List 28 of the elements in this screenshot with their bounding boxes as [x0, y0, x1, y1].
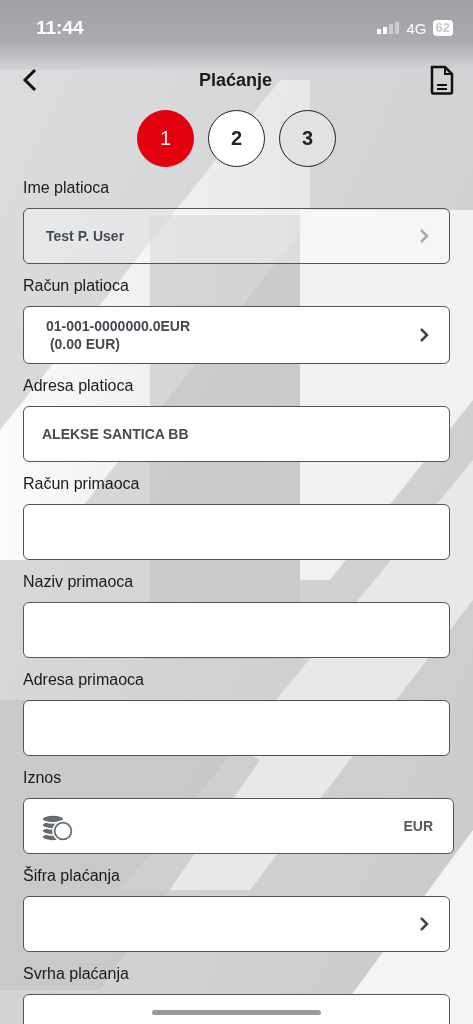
select-field[interactable]: 01-001-0000000.0EUR (0.00 EUR)	[23, 306, 450, 364]
field-value: ALEKSE SANTICA BB	[42, 425, 190, 444]
currency-label: EUR	[403, 818, 433, 834]
input-field[interactable]	[23, 504, 450, 560]
chevron-right-icon	[419, 916, 429, 932]
field-value: Test P. User	[46, 227, 126, 246]
input-field[interactable]: EUR	[23, 798, 454, 854]
field-label: Ime platioca	[23, 178, 111, 198]
field-label: Šifra plaćanja	[23, 866, 121, 886]
field-label: Račun primaoca	[23, 474, 141, 494]
input-field[interactable]	[23, 602, 450, 658]
field-label: Adresa platioca	[23, 376, 135, 396]
input-field[interactable]	[23, 700, 450, 756]
field-value: 01-001-0000000.0EUR (0.00 EUR)	[46, 317, 191, 354]
chevron-right-icon	[419, 228, 429, 244]
network-label: 4G	[406, 19, 427, 37]
select-field[interactable]	[23, 896, 450, 952]
status-time: 11:44	[36, 17, 85, 39]
field-label: Iznos	[23, 768, 63, 788]
field-label: Naziv primaoca	[23, 572, 135, 592]
field-label: Adresa primaoca	[23, 670, 145, 690]
page-title: Plaćanje	[198, 69, 272, 91]
input-field[interactable]: ALEKSE SANTICA BB	[23, 406, 450, 462]
field-label: Svrha plaćanja	[23, 964, 130, 984]
chevron-right-icon	[419, 327, 429, 343]
signal-icon	[376, 22, 401, 34]
document-button[interactable]	[429, 65, 455, 95]
field-label: Račun platioca	[23, 276, 130, 296]
